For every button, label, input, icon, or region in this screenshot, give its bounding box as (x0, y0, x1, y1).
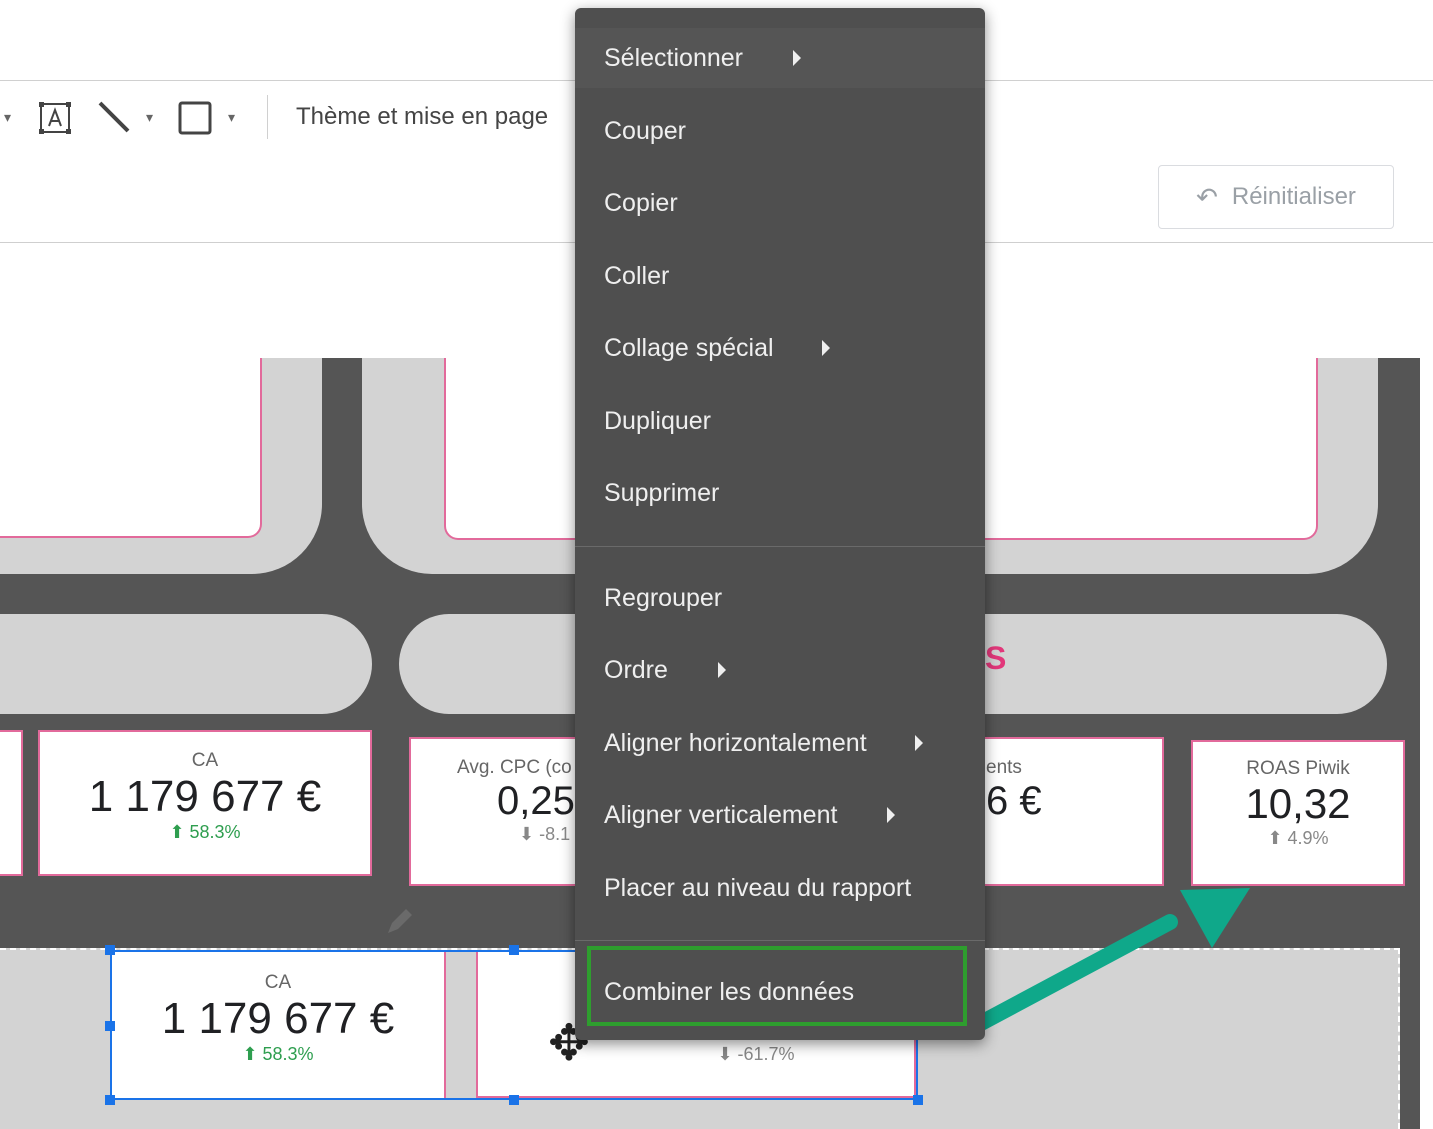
scorecard-delta: ⬆ 58.3% (169, 822, 241, 842)
menu-item-cut[interactable]: Couper (575, 101, 985, 161)
menu-item-paste[interactable]: Coller (575, 246, 985, 306)
reset-button[interactable]: ↶ Réinitialiser (1158, 165, 1394, 229)
menu-item-group[interactable]: Regrouper (575, 568, 985, 628)
chevron-down-icon[interactable]: ▾ (146, 109, 153, 126)
menu-item-label: Couper (604, 116, 686, 145)
submenu-arrow-icon (887, 807, 896, 823)
resize-handle[interactable] (105, 1095, 115, 1105)
panel-card-left[interactable] (0, 358, 262, 538)
section-header-title: S (985, 640, 1007, 676)
theme-layout-button[interactable]: Thème et mise en page (296, 103, 548, 131)
scorecard-partial[interactable] (0, 730, 23, 876)
menu-item-align-horizontal[interactable]: Aligner horizontalement (575, 713, 985, 773)
scorecard-value: 1 179 677 € (88, 772, 322, 821)
resize-handle[interactable] (105, 945, 115, 955)
resize-handle[interactable] (105, 1021, 115, 1031)
submenu-arrow-icon (821, 340, 830, 356)
resize-handle[interactable] (509, 945, 519, 955)
scorecard-label: CA (191, 750, 219, 771)
resize-handle[interactable] (509, 1095, 519, 1105)
menu-item-label: Dupliquer (604, 406, 712, 435)
menu-item-report-level[interactable]: Placer au niveau du rapport (575, 858, 985, 918)
highlight-box (587, 946, 967, 1026)
menu-item-label: Regrouper (604, 583, 723, 612)
chevron-down-icon[interactable]: ▾ (228, 109, 235, 126)
scorecard-label: ROAS Piwik (1246, 758, 1350, 779)
menu-item-label: Collage spécial (604, 333, 774, 362)
menu-item-label: Coller (604, 261, 670, 290)
menu-item-copy[interactable]: Copier (575, 173, 985, 233)
chevron-down-icon[interactable]: ▾ (4, 109, 11, 126)
shape-tool-icon[interactable] (178, 101, 212, 135)
menu-item-label: Ordre (604, 655, 668, 684)
canvas-gutter (1420, 358, 1433, 1129)
menu-item-label: Aligner verticalement (604, 800, 838, 829)
menu-item-delete[interactable]: Supprimer (575, 463, 985, 523)
menu-separator (575, 940, 985, 941)
section-header-left (0, 614, 372, 714)
menu-item-paste-special[interactable]: Collage spécial (575, 318, 985, 378)
scorecard-ca[interactable]: CA 1 179 677 € ⬆ 58.3% (38, 730, 372, 876)
resize-handle[interactable] (913, 1095, 923, 1105)
menu-separator (575, 546, 985, 547)
scorecard-partial-right[interactable]: ents 6 € (960, 737, 1164, 886)
text-box-icon[interactable] (38, 101, 72, 135)
scorecard-label: ents (986, 757, 1022, 778)
annotation-arrow-icon (960, 888, 1250, 1038)
context-menu: Sélectionner Couper Copier Coller Collag… (575, 8, 985, 1040)
submenu-arrow-icon (717, 662, 726, 678)
submenu-arrow-icon (792, 50, 801, 66)
menu-item-order[interactable]: Ordre (575, 640, 985, 700)
menu-item-select[interactable]: Sélectionner (575, 28, 985, 88)
menu-item-label: Placer au niveau du rapport (604, 873, 912, 902)
submenu-arrow-icon (914, 735, 923, 751)
scorecard-roas[interactable]: ROAS Piwik 10,32 ⬆ 4.9% (1191, 740, 1405, 886)
menu-item-duplicate[interactable]: Dupliquer (575, 391, 985, 451)
line-tool-icon[interactable] (96, 99, 132, 135)
edit-pencil-icon[interactable] (384, 905, 416, 937)
menu-item-label: Sélectionner (604, 43, 743, 72)
menu-item-label: Aligner horizontalement (604, 728, 867, 757)
menu-item-align-vertical[interactable]: Aligner verticalement (575, 785, 985, 845)
scorecard-value: 6 € (986, 779, 1042, 823)
toolbar-divider (267, 95, 268, 139)
menu-item-label: Supprimer (604, 478, 720, 507)
scorecard-value: 10,32 (1245, 780, 1351, 827)
menu-item-label: Copier (604, 188, 678, 217)
undo-icon: ↶ (1196, 181, 1218, 212)
scorecard-delta: ⬆ 4.9% (1267, 828, 1329, 848)
reset-label: Réinitialiser (1231, 183, 1356, 210)
